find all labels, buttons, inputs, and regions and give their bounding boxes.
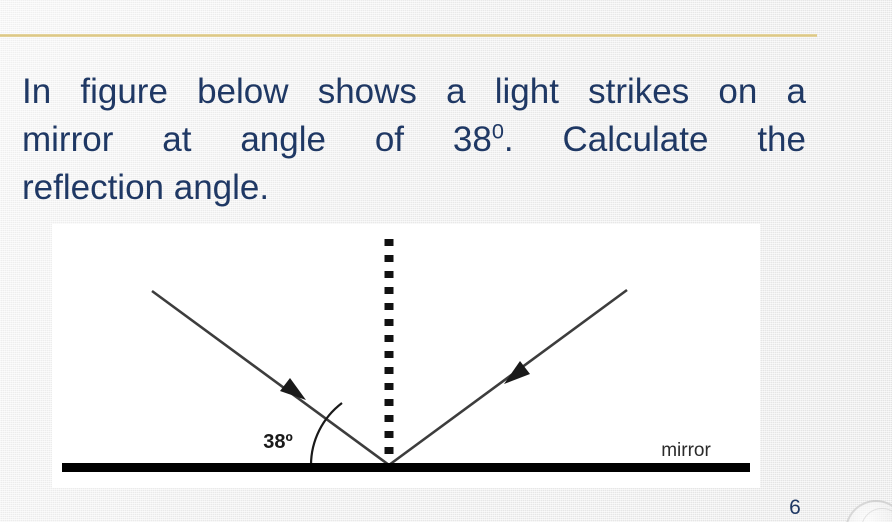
reflection-diagram-svg: 38º mirror [52,224,760,488]
body-line-2-pre: mirror at angle of 38 [22,120,492,159]
mirror-label: mirror [661,440,711,461]
body-line-3: reflection angle. [22,168,270,207]
slide-body-text: In figure below shows a light strikes on… [22,68,806,212]
reflection-diagram-figure: 38º mirror [52,224,760,488]
body-line-2: mirror at angle of 380. Calculate the [22,116,806,164]
slide-number: 6 [789,496,801,519]
degree-superscript: 0 [491,118,504,144]
mirror-surface-bar [62,463,750,472]
body-line-1: In figure below shows a light strikes on… [22,72,806,111]
body-line-2-post: . Calculate the [503,120,806,159]
angle-label: 38º [263,431,293,453]
slide-canvas: In figure below shows a light strikes on… [0,0,892,522]
figure-background [52,224,760,488]
top-divider-rule [0,34,817,37]
